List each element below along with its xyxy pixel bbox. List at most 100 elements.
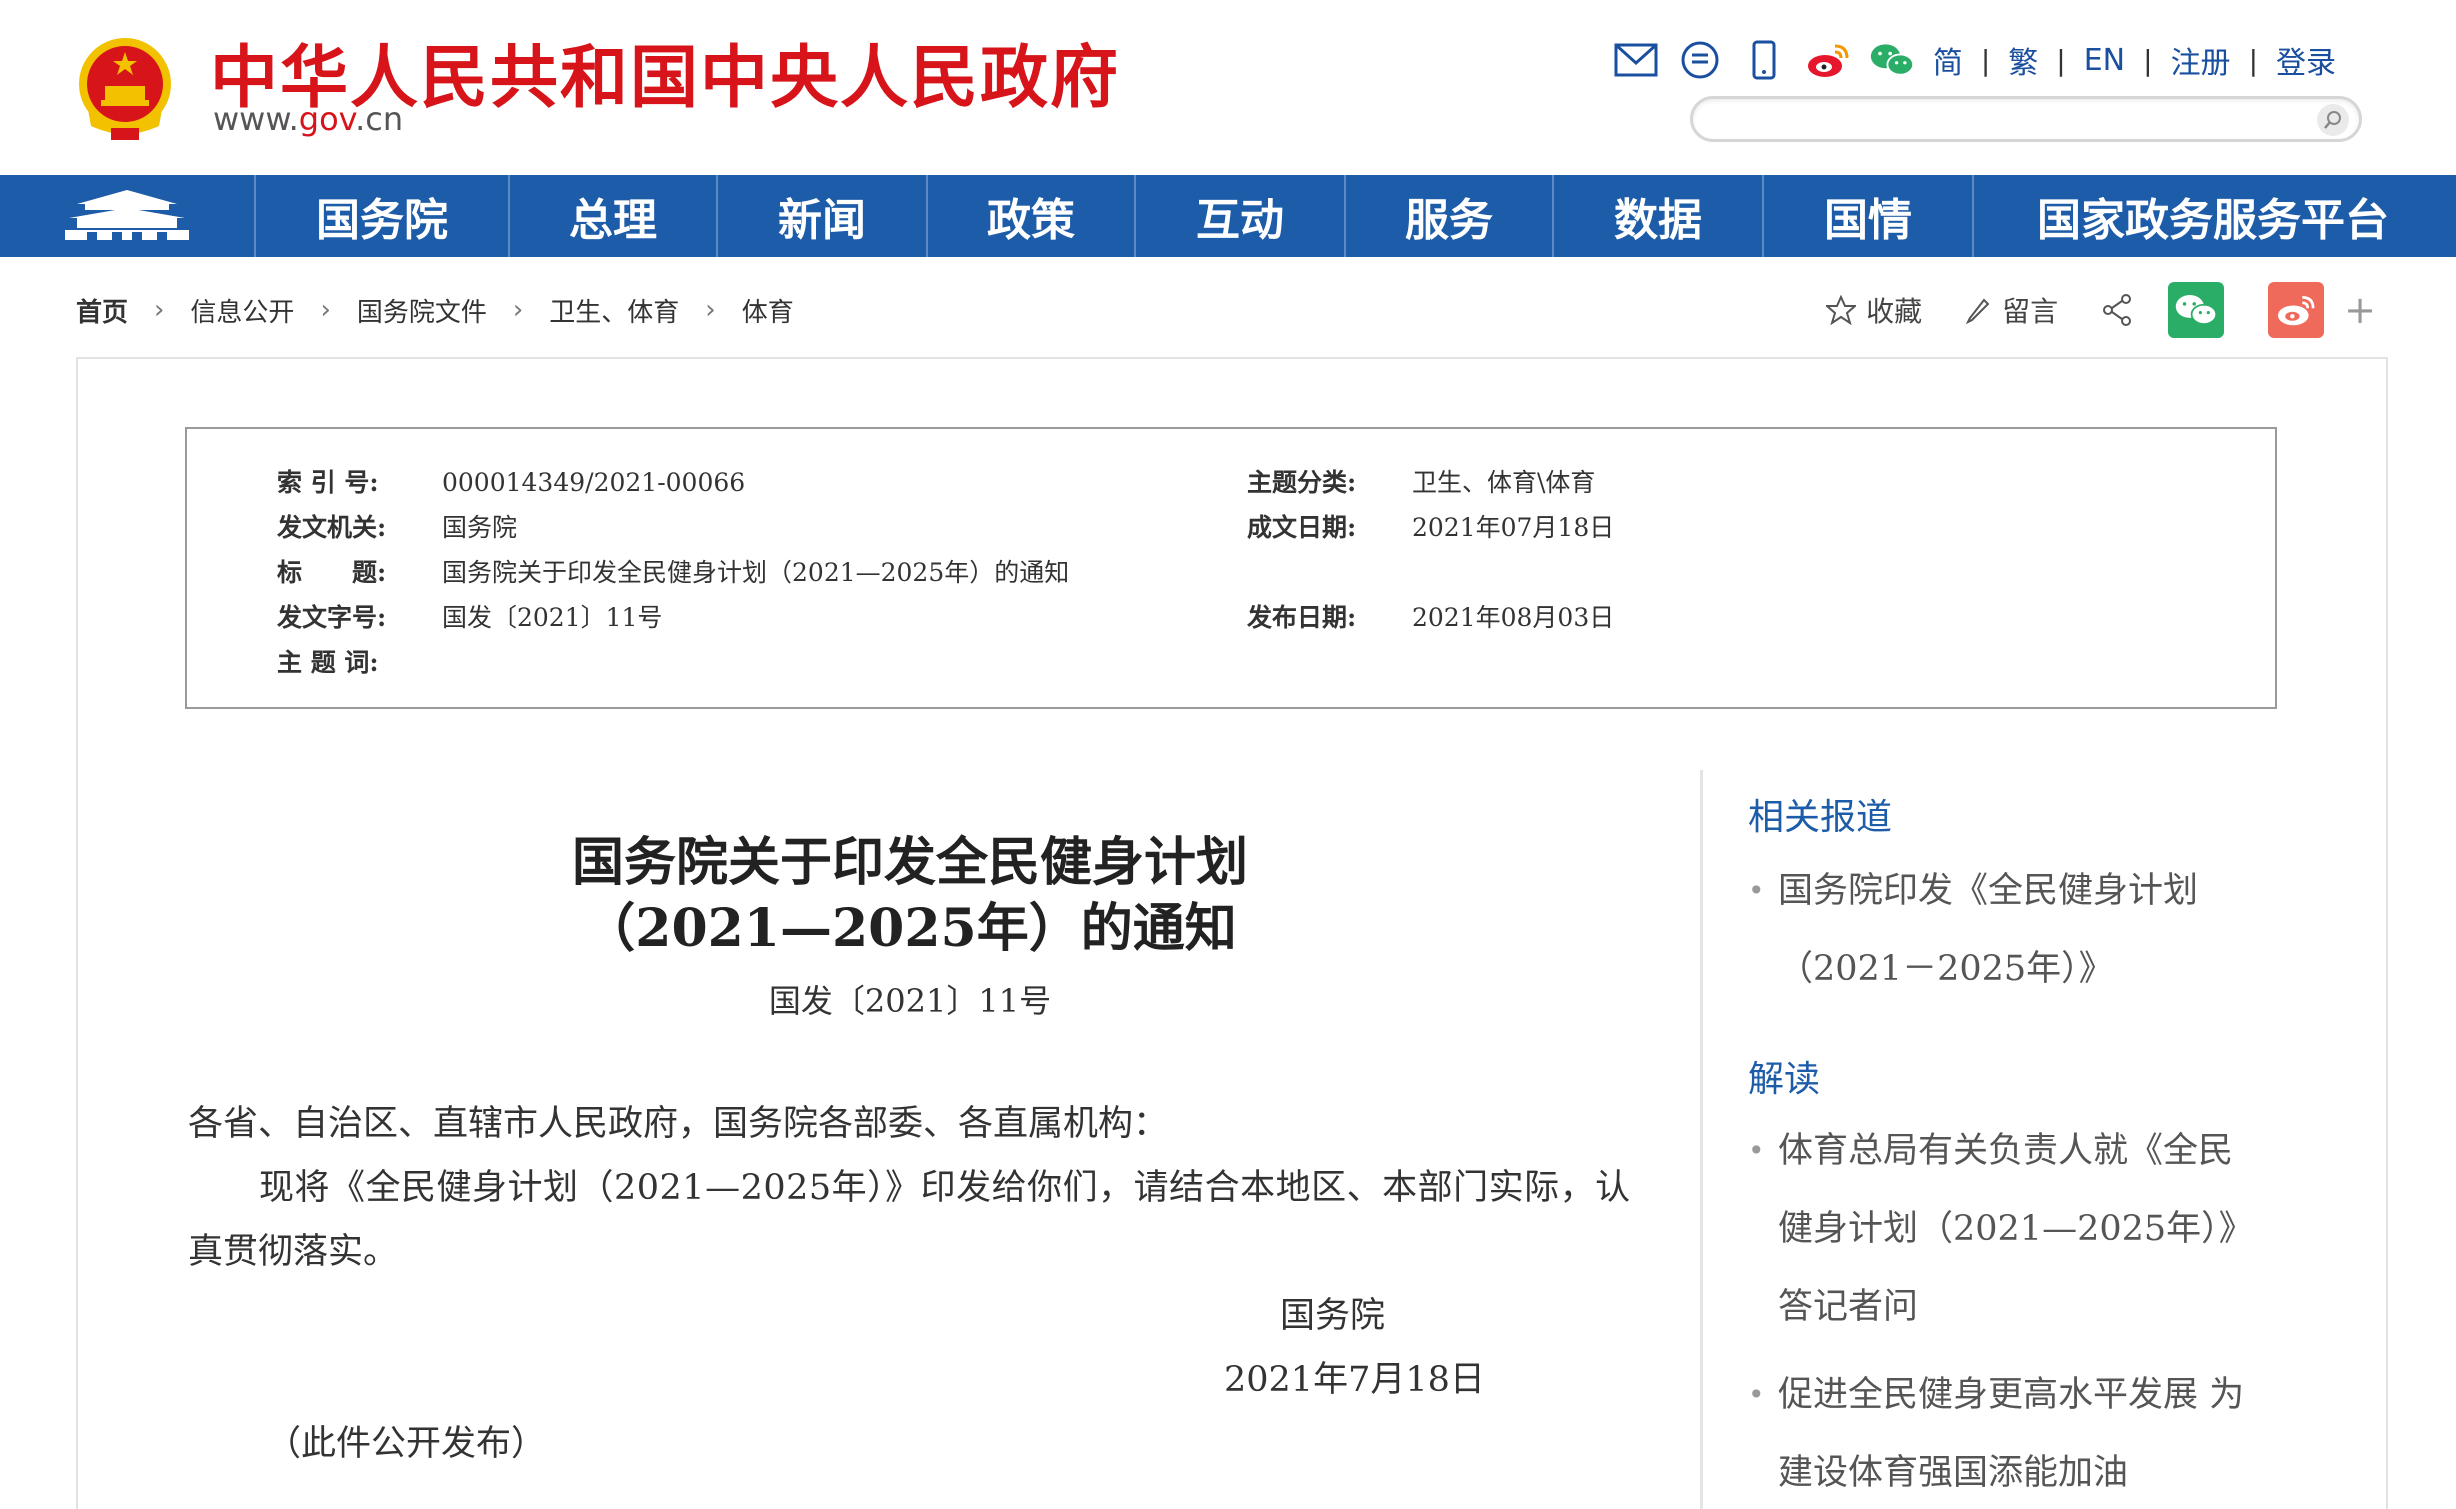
body-paragraph: 现将《全民健身计划（2021—2025年）》印发给你们，请结合本地区、本部门实际…	[188, 1168, 1631, 1208]
wechat-icon[interactable]	[1869, 37, 1915, 83]
info-issuer: 发文机关: 国务院	[277, 508, 517, 544]
search-icon	[2324, 111, 2341, 129]
star-icon	[1826, 295, 1857, 325]
info-keywords: 主 题 词:	[277, 643, 442, 679]
search-button[interactable]	[2317, 104, 2349, 136]
favorite-button[interactable]: 收藏	[1826, 290, 1922, 330]
info-value: 2021年08月03日	[1412, 603, 1615, 632]
salutation: 各省、自治区、直辖市人民政府，国务院各部委、各直属机构：	[188, 1104, 1169, 1144]
document-title-line: （2021—2025年）的通知	[583, 898, 1237, 959]
share-button[interactable]	[2100, 293, 2134, 327]
search-input[interactable]	[1713, 103, 2293, 137]
breadcrumb-home[interactable]: 首页	[76, 292, 128, 329]
more-share-icon[interactable]: +	[2344, 288, 2376, 332]
signing-date: 2021年7月18日	[1224, 1360, 1485, 1400]
info-label: 发布日期:	[1247, 603, 1357, 632]
chevron-right-icon: ›	[705, 295, 716, 325]
breadcrumb-health-sports[interactable]: 卫生、体育	[549, 292, 679, 329]
info-value: 国发〔2021〕11号	[442, 603, 663, 632]
lang-english-link[interactable]: EN	[2084, 43, 2125, 78]
link-line: 健身计划（2021—2025年）》	[1778, 1209, 2254, 1249]
info-value: 2021年07月18日	[1412, 513, 1615, 542]
share-toolbar: 收藏 留言 +	[1826, 282, 2376, 338]
document-number: 国发〔2021〕11号	[768, 982, 1052, 1020]
register-link[interactable]: 注册	[2171, 38, 2231, 82]
info-label: 主题分类:	[1247, 468, 1357, 497]
site-url-prefix: www.	[213, 100, 299, 138]
main-nav: 国务院 总理 新闻 政策 互动 服务 数据 国情 国家政务服务平台	[0, 175, 2456, 257]
info-written-date: 成文日期: 2021年07月18日	[1247, 508, 1614, 544]
nav-item-services[interactable]: 服务	[1346, 175, 1554, 257]
info-value: 000014349/2021-00066	[442, 468, 746, 497]
weibo-share-button[interactable]	[2268, 282, 2325, 338]
nav-item-news[interactable]: 新闻	[718, 175, 928, 257]
breadcrumb-council-docs[interactable]: 国务院文件	[357, 292, 487, 329]
weibo-icon	[2278, 296, 2315, 326]
info-docno: 发文字号: 国发〔2021〕11号	[277, 598, 662, 634]
site-url-suffix: .cn	[355, 100, 404, 138]
nav-item-premier[interactable]: 总理	[510, 175, 718, 257]
document-title: 国务院关于印发全民健身计划 （2021—2025年）的通知	[190, 830, 1630, 962]
site-url-domain: gov	[298, 100, 356, 138]
weibo-icon[interactable]	[1805, 37, 1851, 83]
info-topic: 主题分类: 卫生、体育\体育	[1247, 463, 1595, 499]
nav-item-national-info[interactable]: 国情	[1764, 175, 1974, 257]
tiananmen-icon	[65, 190, 189, 240]
site-url[interactable]: www.gov.cn	[213, 100, 403, 138]
link-line: 国务院印发《全民健身计划	[1778, 871, 2199, 911]
login-link[interactable]: 登录	[2276, 38, 2336, 82]
pencil-icon	[1966, 298, 1990, 324]
related-reports-heading[interactable]: 相关报道	[1748, 788, 1892, 840]
nav-item-policy[interactable]: 政策	[928, 175, 1136, 257]
wechat-icon	[2175, 295, 2218, 325]
link-line: （2021－2025年）》	[1778, 949, 2114, 989]
national-emblem-icon[interactable]	[75, 34, 175, 144]
search-box	[1690, 96, 2362, 142]
document-title-line: 国务院关于印发全民健身计划	[571, 832, 1248, 893]
link-line: 促进全民健身更高水平发展 为	[1778, 1375, 2245, 1415]
separator: |	[2056, 43, 2066, 77]
lang-simplified-link[interactable]: 简	[1933, 38, 1963, 82]
publication-note: （此件公开发布）	[266, 1424, 547, 1464]
mobile-icon[interactable]	[1741, 37, 1787, 83]
breadcrumb: 首页 › 信息公开 › 国务院文件 › 卫生、体育 › 体育	[76, 290, 794, 330]
info-index: 索 引 号: 000014349/2021-00066	[277, 463, 745, 499]
info-label: 发文字号:	[277, 603, 387, 632]
info-label: 标 题:	[277, 558, 387, 587]
nav-home[interactable]	[0, 175, 256, 257]
breadcrumb-sports[interactable]: 体育	[742, 292, 794, 329]
chevron-right-icon: ›	[154, 295, 165, 325]
wechat-share-button[interactable]	[2168, 282, 2225, 338]
link-line: 体育总局有关负责人就《全民	[1778, 1131, 2234, 1171]
separator: |	[2143, 43, 2153, 77]
info-title: 标 题: 国务院关于印发全民健身计划（2021—2025年）的通知	[277, 553, 1069, 589]
info-value: 国务院	[442, 513, 518, 542]
interpretation-link[interactable]: 体育总局有关负责人就《全民 健身计划（2021—2025年）》 答记者问	[1748, 1112, 2368, 1346]
interpretation-link[interactable]: 促进全民健身更高水平发展 为 建设体育强国添能加油	[1748, 1356, 2368, 1509]
share-icon	[2103, 294, 2132, 326]
nav-item-state-council[interactable]: 国务院	[256, 175, 510, 257]
chevron-right-icon: ›	[512, 295, 524, 325]
nav-item-data[interactable]: 数据	[1554, 175, 1764, 257]
comment-button[interactable]: 留言	[1964, 290, 2058, 330]
chevron-right-icon: ›	[320, 295, 331, 325]
info-label: 主 题 词:	[277, 648, 379, 677]
document-info-box: 索 引 号: 000014349/2021-00066 发文机关: 国务院 标 题:…	[185, 427, 2277, 709]
top-toolbar: 简 | 繁 | EN | 注册 | 登录	[1613, 32, 2336, 88]
nav-item-interaction[interactable]: 互动	[1136, 175, 1346, 257]
info-label: 索 引 号:	[277, 468, 379, 497]
lang-traditional-link[interactable]: 繁	[2008, 38, 2038, 82]
info-published-date: 发布日期: 2021年08月03日	[1247, 598, 1614, 634]
link-line: 建设体育强国添能加油	[1778, 1453, 2129, 1493]
comment-label: 留言	[2002, 295, 2059, 328]
column-divider	[1700, 770, 1703, 1509]
link-line: 答记者问	[1778, 1287, 1919, 1327]
info-value: 卫生、体育\体育	[1412, 468, 1596, 497]
interpretation-heading[interactable]: 解读	[1748, 1050, 1820, 1102]
message-icon[interactable]	[1677, 37, 1723, 83]
mail-icon[interactable]	[1613, 37, 1659, 83]
breadcrumb-info-public[interactable]: 信息公开	[190, 292, 294, 329]
nav-item-service-platform[interactable]: 国家政务服务平台	[1974, 175, 2452, 257]
related-report-link[interactable]: 国务院印发《全民健身计划 （2021－2025年）》	[1748, 852, 2368, 1008]
info-label: 发文机关:	[277, 513, 387, 542]
